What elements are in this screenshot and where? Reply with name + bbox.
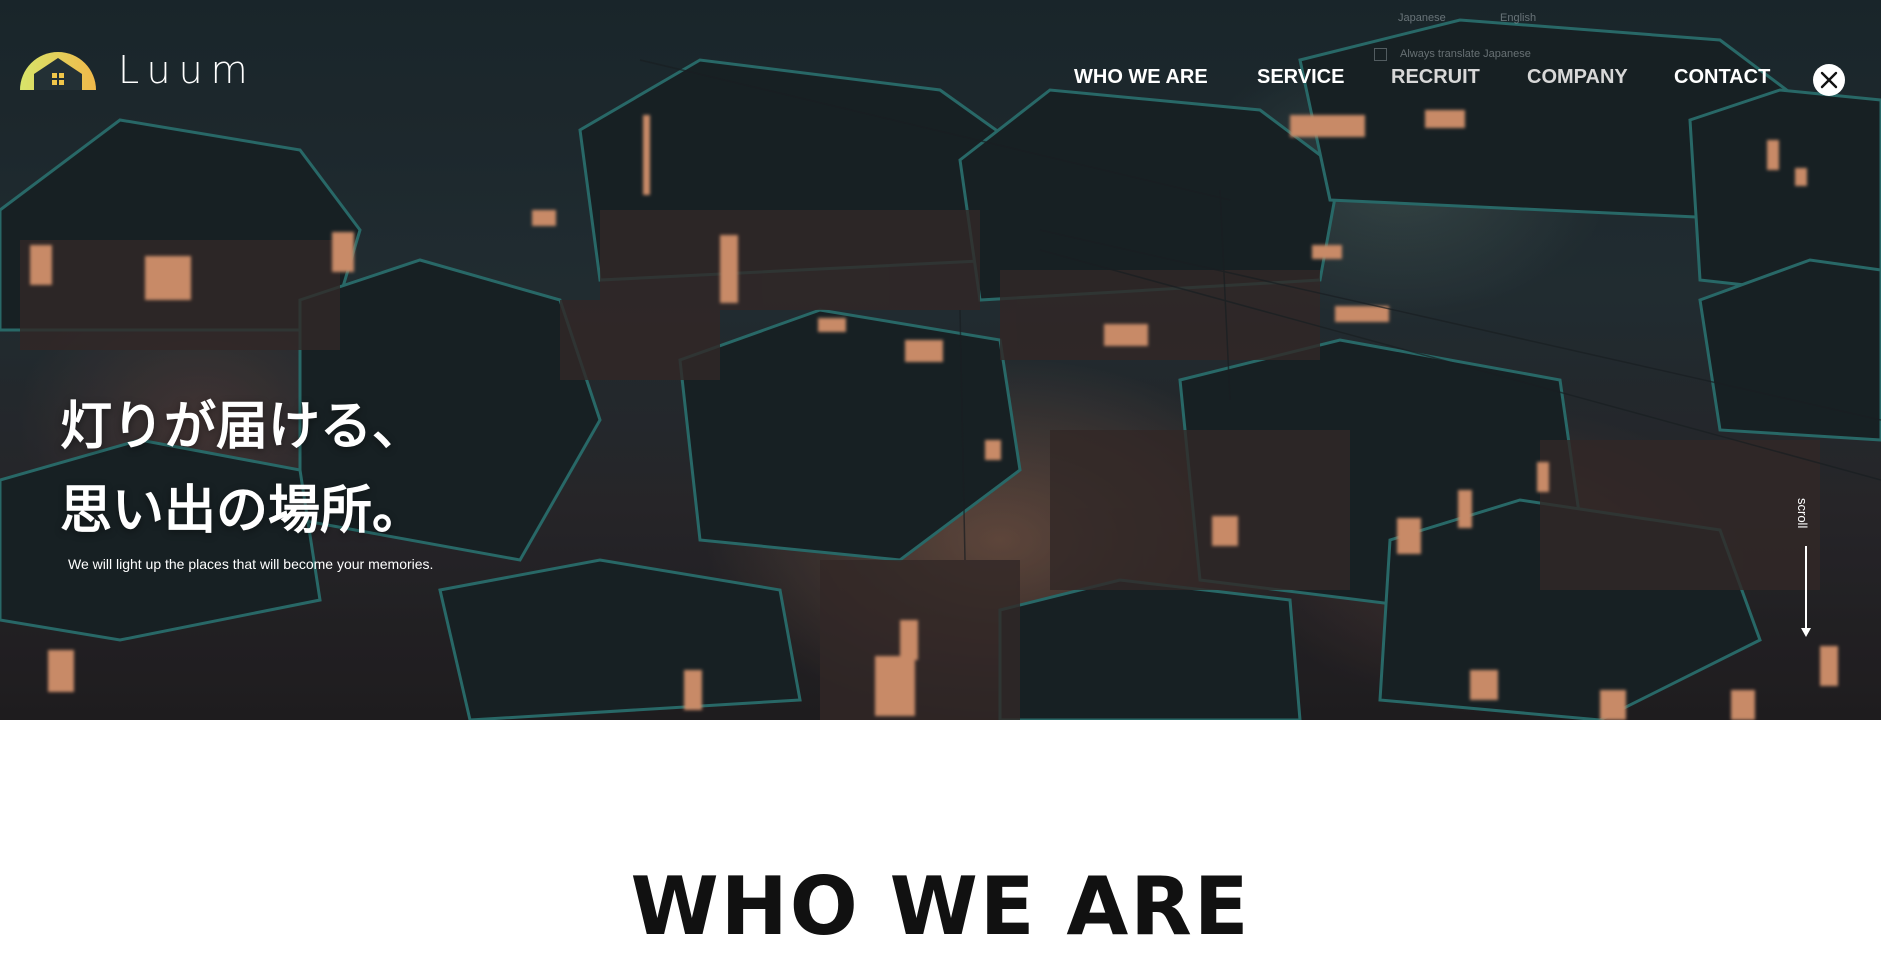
nav-item-recruit[interactable]: RECRUIT (1391, 66, 1480, 89)
hero-headline: 灯りが届ける、 思い出の場所。 (60, 385, 424, 553)
arrow-down-icon (1801, 628, 1811, 637)
nav-item-who-we-are[interactable]: WHO WE ARE (1074, 66, 1208, 89)
translate-source-lang[interactable]: Japanese (1398, 12, 1446, 24)
scroll-line (1805, 546, 1807, 632)
brand-logo[interactable]: Luum (18, 40, 258, 100)
nav-item-contact[interactable]: CONTACT (1674, 66, 1770, 89)
nav-item-company[interactable]: COMPANY (1527, 66, 1628, 89)
site-header: Luum Japanese English Always translate J… (0, 0, 1881, 150)
section-title-who-we-are: WHO WE ARE (630, 860, 1251, 953)
hero-headline-line-1: 灯りが届ける、 (60, 397, 425, 457)
translate-widget[interactable]: Japanese English Always translate Japane… (1360, 8, 1640, 68)
brand-name: Luum (118, 48, 256, 92)
translate-always-label: Always translate Japanese (1400, 48, 1531, 60)
scroll-label: scroll (1795, 498, 1810, 529)
translate-target-lang[interactable]: English (1500, 12, 1536, 24)
nav-item-service[interactable]: SERVICE (1257, 66, 1344, 89)
x-social-link[interactable] (1813, 64, 1845, 96)
hero-headline-line-2: 思い出の場所。 (60, 481, 425, 541)
scroll-indicator[interactable]: scroll (1795, 490, 1816, 640)
house-sunrise-icon (20, 52, 96, 90)
x-logo-icon (1820, 71, 1838, 89)
translate-always-checkbox[interactable] (1374, 48, 1387, 61)
hero-subline: We will light up the places that will be… (68, 556, 434, 572)
